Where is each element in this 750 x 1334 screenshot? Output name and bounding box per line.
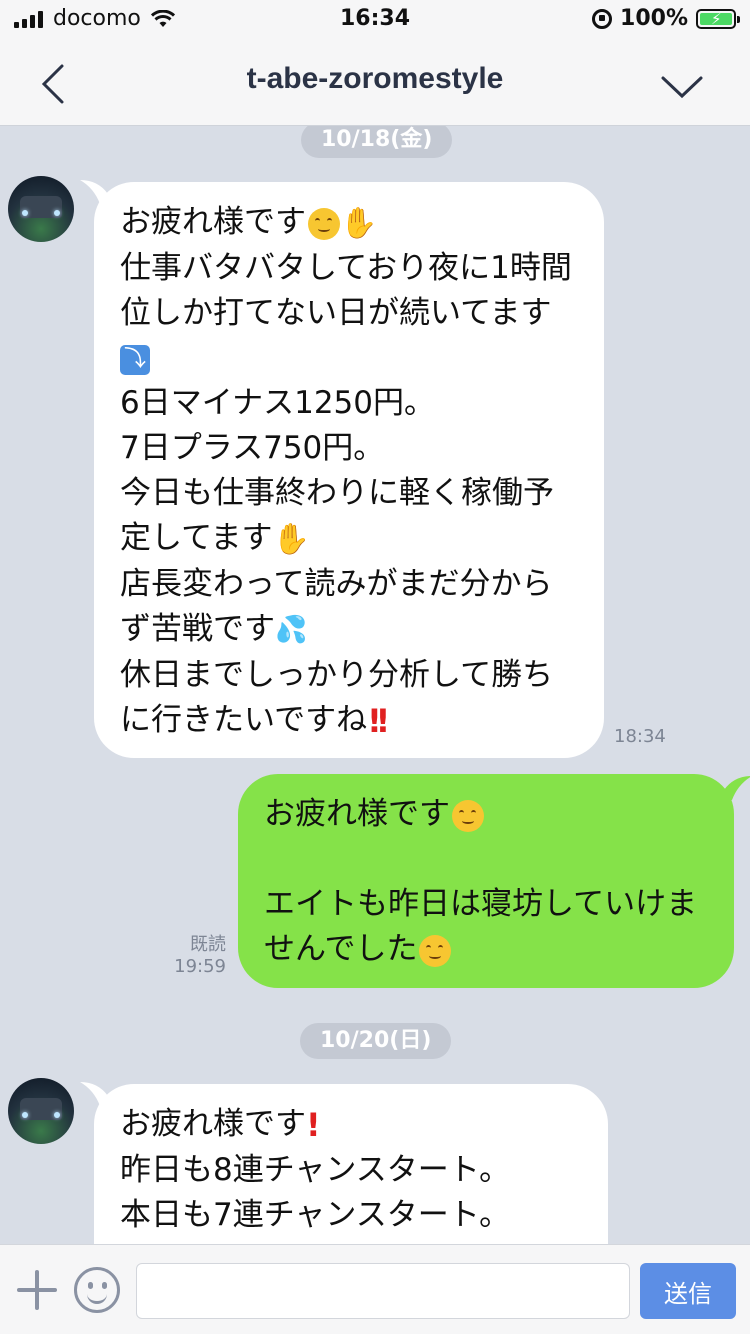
raised-hand-icon: ✋ <box>272 522 310 557</box>
bubble-tail <box>724 776 750 800</box>
relieved-face-icon <box>308 207 340 240</box>
chevron-down-icon[interactable] <box>660 74 704 100</box>
message-line: 今日も仕事終わりに軽く稼働予 <box>120 475 554 511</box>
message-line: お疲れ様です <box>120 1106 306 1142</box>
emoji-icon[interactable] <box>74 1267 120 1313</box>
battery-percent: 100% <box>620 6 688 31</box>
message-line: 休日までしっかり分析して勝ち <box>120 657 554 693</box>
message-line: 本日も7連チャンスタート。 <box>120 1197 511 1233</box>
message-line: 位しか打てない日が続いてます <box>120 295 552 331</box>
battery-icon: ⚡ <box>696 8 740 29</box>
smiling-face-icon <box>452 799 484 832</box>
message-line: せんでした <box>264 931 418 967</box>
message-line: 仕事バタバタしており夜に1時間 <box>120 250 572 286</box>
chat-area[interactable]: 10/18(金) お疲れ様です ✋ 仕事バタバタしており夜に1時間 位しか打てない… <box>0 126 750 1244</box>
avatar[interactable] <box>8 1078 74 1144</box>
message-line: に行きたいですね <box>120 702 368 738</box>
date-separator: 10/20(日) <box>300 1023 452 1059</box>
sweat-droplets-icon: 💦 <box>275 615 308 645</box>
chat-header: t-abe-zoromestyle <box>0 40 750 126</box>
message-line: 定してます <box>120 520 273 556</box>
message-line: ず苦戦です <box>120 611 275 647</box>
avatar[interactable] <box>8 176 74 242</box>
message-time: 19:59 <box>174 956 226 977</box>
message-line: 店長変わって読みがまだ分から <box>120 566 553 602</box>
orientation-lock-icon <box>592 8 613 29</box>
incoming-message[interactable]: お疲れ様です ✋ 仕事バタバタしており夜に1時間 位しか打てない日が続いてます ⤵… <box>94 182 604 758</box>
send-button[interactable]: 送信 <box>640 1263 736 1319</box>
chat-title: t-abe-zoromestyle <box>246 62 504 95</box>
sweat-smile-icon <box>419 934 452 967</box>
exclamation-icon: ! <box>306 1106 320 1144</box>
date-separator: 10/18(金) <box>301 126 453 158</box>
message-line: お疲れ様です <box>120 204 306 240</box>
incoming-message[interactable]: お疲れ様です! 昨日も8連チャンスタート。 本日も7連チャンスタート。 <box>94 1084 608 1244</box>
raised-hand-icon: ✋ <box>340 206 378 241</box>
message-line: お疲れ様です <box>264 796 450 832</box>
message-line: 7日プラス750円。 <box>120 430 385 466</box>
double-exclamation-icon: !! <box>367 702 390 740</box>
message-input[interactable] <box>136 1263 630 1319</box>
plus-icon[interactable] <box>16 1269 58 1311</box>
input-bar: 送信 <box>0 1244 750 1334</box>
status-bar: docomo 16:34 100% ⚡ <box>0 0 750 40</box>
message-line: 昨日も8連チャンスタート。 <box>120 1152 511 1188</box>
outgoing-message[interactable]: お疲れ様です エイトも昨日は寝坊していけま せんでした <box>238 774 734 988</box>
message-line: 6日マイナス1250円。 <box>120 385 435 421</box>
arrow-down-icon: ⤵ <box>120 344 150 375</box>
message-meta: 既読 19:59 <box>160 934 226 978</box>
message-line: エイトも昨日は寝坊していけま <box>264 886 698 922</box>
read-receipt: 既読 <box>190 934 226 955</box>
message-time: 18:34 <box>614 726 666 747</box>
